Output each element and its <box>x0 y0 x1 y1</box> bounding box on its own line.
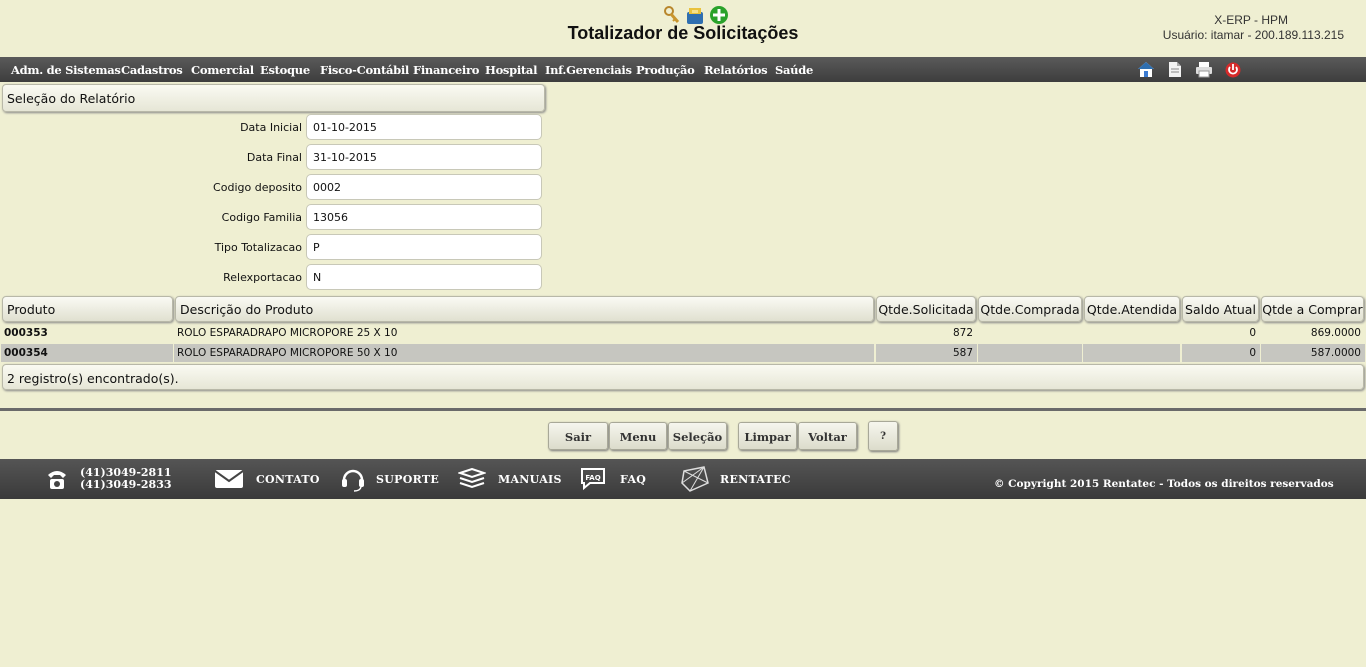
books-icon[interactable] <box>456 467 488 494</box>
system-name: X-ERP - HPM <box>1214 13 1288 27</box>
record-count: 2 registro(s) encontrado(s). <box>2 364 1364 390</box>
menu-item-adm-sistemas[interactable]: Adm. de Sistemas <box>11 63 121 77</box>
data-final-input[interactable] <box>306 144 542 170</box>
svg-text:FAQ: FAQ <box>585 474 600 482</box>
limpar-button[interactable]: Limpar <box>738 422 797 450</box>
contato-link[interactable]: CONTATO <box>256 473 320 486</box>
home-icon[interactable] <box>1137 61 1155 78</box>
relexportacao-input[interactable] <box>306 264 542 290</box>
column-header-saldo-atual[interactable]: Saldo Atual <box>1182 296 1259 322</box>
codigo-deposito-input[interactable] <box>306 174 542 200</box>
power-icon[interactable] <box>1224 61 1242 78</box>
sair-button[interactable]: Sair <box>548 422 608 450</box>
cell-descricao: ROLO ESPARADRAPO MICROPORE 50 X 10 <box>174 344 874 362</box>
codigo-familia-input[interactable] <box>306 204 542 230</box>
cell-produto: 000354 <box>1 344 173 362</box>
column-header-qtde-a-comprar[interactable]: Qtde a Comprar <box>1261 296 1364 322</box>
menu-item-relatorios[interactable]: Relatórios <box>704 63 768 77</box>
label-data-final: Data Final <box>246 151 302 164</box>
divider <box>0 408 1366 411</box>
faq-link[interactable]: FAQ <box>620 473 646 486</box>
menu-item-comercial[interactable]: Comercial <box>191 63 254 77</box>
header: Totalizador de Solicitações X-ERP - HPM … <box>0 0 1366 57</box>
cell-saldo-atual: 0 <box>1249 327 1256 339</box>
cell-produto: 000353 <box>4 327 48 339</box>
column-header-qtde-atendida[interactable]: Qtde.Atendida <box>1084 296 1180 322</box>
phone-numbers: (41)3049-2811 (41)3049-2833 <box>80 467 172 491</box>
suporte-link[interactable]: SUPORTE <box>376 473 439 486</box>
cell-qtde-atendida <box>1083 324 1180 342</box>
selection-heading-label: Seleção do Relatório <box>7 91 136 106</box>
cell-qtde-atendida <box>1083 344 1180 362</box>
label-relexportacao: Relexportacao <box>223 271 302 284</box>
cell-qtde-a-comprar: 869.0000 <box>1310 327 1361 339</box>
label-codigo-familia: Codigo Familia <box>221 211 302 224</box>
phone-icon <box>45 467 69 495</box>
user-info: Usuário: itamar - 200.189.113.215 <box>1162 28 1344 42</box>
cell-qtde-solicitada: 872 <box>952 327 973 339</box>
cell-descricao: ROLO ESPARADRAPO MICROPORE 25 X 10 <box>177 327 398 339</box>
column-header-produto[interactable]: Produto <box>2 296 173 322</box>
menu-item-hospital[interactable]: Hospital <box>485 63 537 77</box>
selection-heading: Seleção do Relatório <box>2 84 545 112</box>
cell-saldo-atual: 0 <box>1182 344 1260 362</box>
menu-button[interactable]: Menu <box>609 422 667 450</box>
cell-qtde-a-comprar: 587.0000 <box>1261 344 1365 362</box>
mail-icon[interactable] <box>214 470 244 492</box>
menu-item-inf-gerenciais[interactable]: Inf.Gerenciais <box>545 63 632 77</box>
cell-qtde-comprada <box>978 324 1082 342</box>
tipo-totalizacao-input[interactable] <box>306 234 542 260</box>
main-menu-bar: Adm. de Sistemas Cadastros Comercial Est… <box>0 57 1366 82</box>
voltar-button[interactable]: Voltar <box>798 422 857 450</box>
rentatec-logo-icon[interactable] <box>680 465 710 497</box>
label-codigo-deposito: Codigo deposito <box>213 181 302 194</box>
menu-item-estoque[interactable]: Estoque <box>260 63 310 77</box>
document-icon[interactable] <box>1166 61 1184 78</box>
menu-item-cadastros[interactable]: Cadastros <box>121 63 183 77</box>
help-button[interactable]: ? <box>868 421 898 451</box>
menu-item-fisco-contabil[interactable]: Fisco-Contábil <box>320 63 409 77</box>
cell-qtde-comprada <box>978 344 1082 362</box>
label-data-inicial: Data Inicial <box>240 121 302 134</box>
selecao-button[interactable]: Seleção <box>668 422 727 450</box>
footer: (41)3049-2811 (41)3049-2833 CONTATO SUPO… <box>0 459 1366 499</box>
data-inicial-input[interactable] <box>306 114 542 140</box>
menu-item-producao[interactable]: Produção <box>636 63 695 77</box>
cell-qtde-solicitada: 587 <box>876 344 977 362</box>
label-tipo-totalizacao: Tipo Totalizacao <box>214 241 302 254</box>
faq-icon[interactable]: FAQ <box>580 467 610 497</box>
menu-item-financeiro[interactable]: Financeiro <box>413 63 479 77</box>
phone-2: (41)3049-2833 <box>80 478 172 491</box>
page-title: Totalizador de Solicitações <box>567 23 799 43</box>
rentatec-link[interactable]: RENTATEC <box>720 473 791 486</box>
menu-item-saude[interactable]: Saúde <box>775 63 813 77</box>
manuais-link[interactable]: MANUAIS <box>498 473 562 486</box>
header-icons <box>663 5 729 25</box>
print-icon[interactable] <box>1195 61 1213 78</box>
copyright: © Copyright 2015 Rentatec - Todos os dir… <box>994 478 1334 490</box>
headset-icon[interactable] <box>340 466 366 496</box>
column-header-qtde-comprada[interactable]: Qtde.Comprada <box>978 296 1082 322</box>
column-header-descricao[interactable]: Descrição do Produto <box>175 296 874 322</box>
column-header-qtde-solicitada[interactable]: Qtde.Solicitada <box>876 296 976 322</box>
